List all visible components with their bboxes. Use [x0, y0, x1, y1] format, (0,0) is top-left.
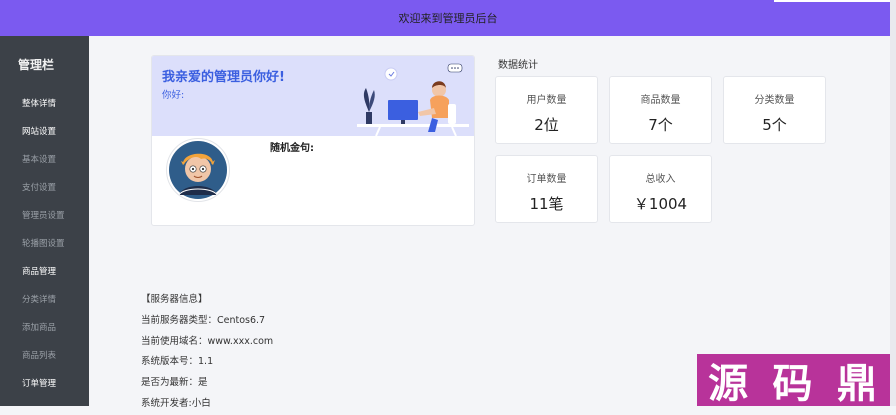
sidebar-item-carousel-settings[interactable]: 轮播图设置 — [22, 237, 65, 249]
avatar-icon — [169, 141, 227, 199]
system-version: 系统版本号：1.1 — [141, 356, 214, 368]
stat-value: 7个 — [648, 116, 673, 134]
server-info-heading: 【服务器信息】 — [141, 294, 208, 305]
sidebar-item-category-details[interactable]: 分类详情 — [22, 293, 56, 305]
stat-card-revenue: 总收入 ￥1004 — [609, 155, 712, 223]
welcome-subtitle: 你好: — [162, 90, 185, 101]
server-type: 当前服务器类型：Centos6.7 — [141, 314, 266, 326]
watermark-char: 鼎 — [836, 361, 879, 407]
stat-label: 总收入 — [645, 174, 676, 185]
sidebar-item-add-product[interactable]: 添加商品 — [22, 321, 56, 333]
is-latest: 是否为最新：是 — [141, 377, 208, 389]
system-developer: 系统开发者:小白 — [141, 397, 211, 409]
header-scroll-track — [890, 0, 896, 36]
sidebar-item-overview[interactable]: 整体详情 — [22, 97, 56, 109]
sidebar-item-site-settings[interactable]: 网站设置 — [22, 125, 56, 137]
server-domain: 当前使用域名：www.xxx.com — [141, 335, 274, 347]
welcome-banner: 我亲爱的管理员你好! 你好: — [152, 56, 474, 136]
stat-card-users: 用户数量 2位 — [495, 76, 598, 144]
stat-label: 商品数量 — [640, 95, 681, 106]
stats-title: 数据统计 — [498, 60, 538, 71]
welcome-card: 我亲爱的管理员你好! 你好: 随机金句: — [151, 55, 475, 226]
stat-value: 5个 — [762, 116, 787, 134]
server-info: 【服务器信息】 当前服务器类型：Centos6.7 当前使用域名：www.xxx… — [141, 290, 273, 415]
sidebar-item-payment-settings[interactable]: 支付设置 — [22, 181, 56, 193]
stat-card-categories: 分类数量 5个 — [723, 76, 826, 144]
stat-card-orders: 订单数量 11笔 — [495, 155, 598, 223]
sidebar: 管理栏 整体详情 网站设置 基本设置 支付设置 管理员设置 轮播图设置 商品管理… — [0, 36, 89, 406]
stat-label: 分类数量 — [754, 95, 795, 106]
main-content: 我亲爱的管理员你好! 你好: 随机金句: 数据统计 用户数量 2位 商品数量 7… — [89, 36, 890, 409]
watermark-char: 源 — [708, 361, 751, 407]
admin-avatar[interactable] — [166, 138, 230, 202]
watermark-char: 码 — [772, 361, 815, 407]
top-header: 欢迎来到管理员后台 — [0, 0, 896, 36]
stat-value: ￥1004 — [633, 195, 688, 213]
welcome-title: 我亲爱的管理员你好! — [162, 70, 285, 85]
header-corner-accent — [774, 0, 896, 2]
sidebar-item-product-management[interactable]: 商品管理 — [22, 265, 56, 277]
stat-label: 订单数量 — [526, 174, 567, 185]
sidebar-item-product-list[interactable]: 商品列表 — [22, 349, 56, 361]
header-title: 欢迎来到管理员后台 — [398, 12, 498, 25]
stat-card-products: 商品数量 7个 — [609, 76, 712, 144]
watermark-logo: 源 码 鼎 — [697, 354, 890, 407]
page-scrollbar[interactable] — [890, 36, 896, 406]
stat-value: 11笔 — [529, 195, 564, 213]
sidebar-item-admin-settings[interactable]: 管理员设置 — [22, 209, 65, 221]
sidebar-item-basic-settings[interactable]: 基本设置 — [22, 153, 56, 165]
sidebar-item-order-management[interactable]: 订单管理 — [22, 377, 56, 389]
stat-value: 2位 — [534, 116, 559, 134]
random-quote-label: 随机金句: — [270, 143, 314, 154]
stat-label: 用户数量 — [526, 95, 567, 106]
sidebar-title: 管理栏 — [18, 58, 55, 72]
workspace-illustration — [357, 63, 469, 136]
